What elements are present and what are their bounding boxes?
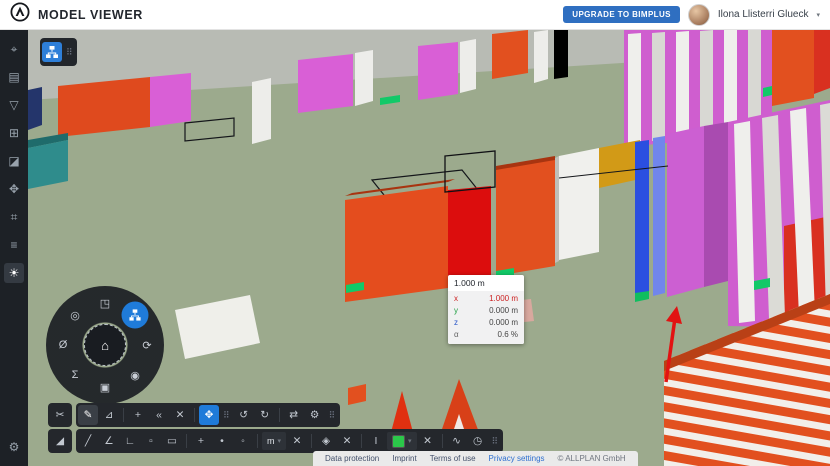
top-bar: MODEL VIEWER UPGRADE TO BIMPLUS Ilona Ll… (0, 0, 830, 30)
annotation-toolbar-bar: ╱ ∠ ∟ ▫ ▭ + • ◦ m ▾ ✕ ◈ ✕ I (76, 429, 503, 453)
color-picker[interactable]: ▾ (387, 432, 417, 450)
point-tool-icon[interactable]: + (191, 431, 211, 451)
spline-tool-icon[interactable]: ∿ (447, 431, 467, 451)
location-icon[interactable]: ◎ (63, 303, 87, 327)
measurement-tooltip: 1.000 m x 1.000 m y 0.000 m z 0.000 m α 0.6 … (448, 275, 524, 344)
close-unit-icon[interactable]: ✕ (287, 431, 307, 451)
unit-select[interactable]: m ▾ (262, 432, 286, 450)
close-icon[interactable]: ✕ (170, 405, 190, 425)
filter-icon[interactable]: ▽ (4, 95, 24, 115)
camera-icon[interactable]: ◉ (123, 363, 147, 387)
navigate-icon[interactable]: ⌖ (4, 39, 24, 59)
toolbar-settings-icon[interactable]: ⚙ (305, 405, 325, 425)
allplan-logo-icon (10, 2, 30, 27)
right-colonnade (728, 100, 830, 334)
line-tool-icon[interactable]: ╱ (78, 431, 98, 451)
structure-wheel-icon[interactable] (122, 302, 149, 329)
axis-x-label: x (454, 293, 464, 305)
tag-icon[interactable]: ◈ (316, 431, 336, 451)
swap-icon[interactable]: ⇄ (284, 405, 304, 425)
unit-value: m (267, 436, 275, 446)
angle-tool-icon[interactable]: ∠ (99, 431, 119, 451)
measurement-values: x 1.000 m y 0.000 m z 0.000 m α 0.6 % (448, 291, 524, 344)
rect-dashed-tool-icon[interactable]: ▫ (141, 431, 161, 451)
duplicate-icon[interactable]: ⊞ (4, 123, 24, 143)
imprint-link[interactable]: Imprint (392, 454, 416, 463)
unit-caret-icon: ▾ (278, 437, 282, 445)
user-avatar[interactable] (688, 4, 710, 26)
panel-drag-handle[interactable]: ⠿ (66, 48, 73, 57)
move-icon[interactable]: ✥ (199, 405, 219, 425)
data-protection-link[interactable]: Data protection (325, 454, 379, 463)
slope-value: 0.6 % (498, 329, 518, 341)
close-tag-icon[interactable]: ✕ (337, 431, 357, 451)
navigation-wheel: ◳ ⟳ ◉ ▣ Σ Ø ◎ ⌂ (46, 286, 164, 404)
cut-icon[interactable]: ✂ (50, 405, 70, 425)
undo-icon[interactable]: ↺ (234, 405, 254, 425)
axis-y-label: y (454, 305, 464, 317)
terms-of-use-link[interactable]: Terms of use (430, 454, 476, 463)
transform-icon[interactable]: ✥ (4, 179, 24, 199)
page-title: MODEL VIEWER (38, 8, 143, 22)
measure-toolbar-bar: ✎ ⊿ + « ✕ ✥ ⠿ ↺ ↻ ⇄ ⚙ ⠿ (76, 403, 340, 427)
hide-icon[interactable]: Ø (51, 333, 75, 357)
redo-icon[interactable]: ↻ (255, 405, 275, 425)
history-icon[interactable]: ◷ (468, 431, 488, 451)
toolbar-drag-handle[interactable]: ⠿ (326, 410, 339, 421)
structure-icon[interactable] (42, 42, 62, 62)
viewport-3d: ⠿ 1.000 m x 1.000 m y 0.000 m z 0.000 m α 0.… (28, 30, 830, 466)
circle-tool-icon[interactable]: ◦ (233, 431, 253, 451)
measurement-title: 1.000 m (448, 275, 524, 291)
sum-icon[interactable]: Σ (63, 363, 87, 387)
rect-tool-icon[interactable]: ▭ (162, 431, 182, 451)
grid-icon[interactable]: ⌗ (4, 207, 24, 227)
measure-toolbar: ✂ ✎ ⊿ + « ✕ ✥ ⠿ ↺ ↻ ⇄ ⚙ ⠿ (48, 403, 340, 427)
structure-mini-panel: ⠿ (40, 38, 77, 66)
section-icon[interactable]: ◪ (4, 151, 24, 171)
text-cursor-icon[interactable]: I (366, 431, 386, 451)
slope-label: α (454, 329, 464, 341)
toolbar-drag-handle[interactable]: ⠿ (220, 410, 233, 421)
copyright-text: © ALLPLAN GmbH (558, 454, 626, 463)
annotation-toolbar: ◢ ╱ ∠ ∟ ▫ ▭ + • ◦ m ▾ ✕ ◈ ✕ (48, 429, 503, 453)
add-icon[interactable]: + (128, 405, 148, 425)
home-view-button[interactable]: ⌂ (84, 324, 126, 366)
brightness-icon[interactable]: ☀ (4, 263, 24, 283)
legal-footer: Data protection Imprint Terms of use Pri… (313, 451, 638, 466)
draw-icon[interactable]: ✎ (78, 405, 98, 425)
rotate-icon[interactable]: ⟳ (135, 333, 159, 357)
fullscreen-icon[interactable]: ◳ (93, 291, 117, 315)
perpendicular-tool-icon[interactable]: ∟ (120, 431, 140, 451)
toolbar-drag-handle[interactable]: ⠿ (489, 436, 502, 447)
axis-z-label: z (454, 317, 464, 329)
left-tool-sidebar: ⌖ ▤ ▽ ⊞ ◪ ✥ ⌗ ≡ ☀ ⚙ (0, 30, 28, 466)
color-swatch (392, 435, 405, 448)
settings-gear-icon[interactable]: ⚙ (4, 437, 24, 457)
upgrade-to-bimplus-button[interactable]: UPGRADE TO BIMPLUS (563, 6, 680, 23)
measure-icon[interactable]: ⊿ (99, 405, 119, 425)
model-viewer-app: MODEL VIEWER UPGRADE TO BIMPLUS Ilona Ll… (0, 0, 830, 466)
privacy-settings-link[interactable]: Privacy settings (489, 454, 545, 463)
list-icon[interactable]: ≡ (4, 235, 24, 255)
user-name[interactable]: Ilona Llisterri Glueck (718, 9, 809, 20)
axis-x-value: 1.000 m (489, 293, 518, 305)
corner-filter-icon[interactable]: ◢ (50, 431, 70, 451)
user-menu-caret-icon[interactable]: ▾ (816, 11, 820, 19)
collapse-icon[interactable]: « (149, 405, 169, 425)
close-color-icon[interactable]: ✕ (418, 431, 438, 451)
axis-y-value: 0.000 m (489, 305, 518, 317)
dot-tool-icon[interactable]: • (212, 431, 232, 451)
models-icon[interactable]: ▤ (4, 67, 24, 87)
color-caret-icon: ▾ (408, 437, 412, 445)
views-icon[interactable]: ▣ (93, 375, 117, 399)
axis-z-value: 0.000 m (489, 317, 518, 329)
